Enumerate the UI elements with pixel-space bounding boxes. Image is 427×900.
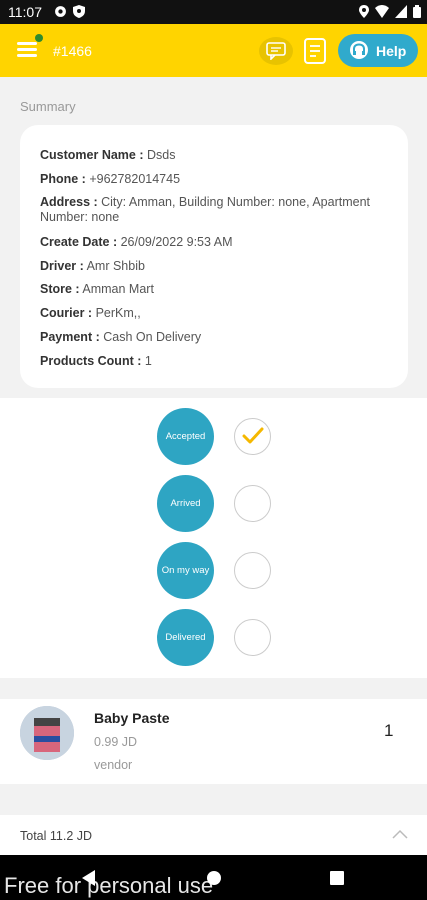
status-label: Accepted [165, 431, 206, 442]
product-item[interactable]: Baby Paste 0.99 JD vendor 1 [0, 699, 427, 784]
summary-row-label: Address : [40, 195, 98, 209]
summary-row: Courier : PerKm,, [40, 306, 390, 321]
summary-row-value: Amr Shbib [83, 259, 145, 273]
status-delivered-button[interactable]: Delivered [157, 609, 214, 666]
chat-button[interactable] [259, 37, 293, 65]
summary-row: Phone : +962782014745 [40, 172, 390, 187]
headset-icon [350, 41, 368, 59]
product-price: 0.99 JD [94, 735, 138, 749]
notes-icon [304, 38, 326, 64]
notification-dot [35, 34, 43, 42]
summary-row-label: Courier : [40, 306, 93, 320]
status-time: 11:07 [8, 4, 42, 20]
summary-row-value: 1 [141, 354, 152, 368]
summary-row: Store : Amman Mart [40, 282, 390, 297]
summary-row: Driver : Amr Shbib [40, 259, 390, 274]
summary-row: Create Date : 26/09/2022 9:53 AM [40, 235, 390, 250]
summary-row: Payment : Cash On Delivery [40, 330, 390, 345]
summary-row: Address : City: Amman, Building Number: … [40, 195, 390, 225]
product-vendor: vendor [94, 758, 133, 772]
summary-row-label: Customer Name : [40, 148, 144, 162]
status-label: Arrived [170, 498, 201, 509]
shield-icon [73, 5, 85, 18]
battery-icon [413, 5, 421, 18]
settings-icon [55, 6, 66, 17]
help-button[interactable]: Help [338, 34, 418, 67]
summary-row-label: Driver : [40, 259, 84, 273]
status-delivered-checkbox[interactable] [234, 619, 271, 656]
summary-row: Products Count : 1 [40, 354, 390, 369]
summary-row-label: Products Count : [40, 354, 142, 368]
status-accepted-checkbox[interactable] [234, 418, 271, 455]
app-header: #1466 Help [0, 24, 427, 77]
summary-heading: Summary [20, 99, 76, 114]
order-number: #1466 [53, 43, 92, 59]
status-label: Delivered [165, 632, 206, 643]
status-bar: 11:07 [0, 0, 427, 24]
summary-row-label: Payment : [40, 330, 100, 344]
menu-button[interactable] [17, 34, 43, 60]
notes-button[interactable] [304, 38, 326, 69]
wifi-icon [375, 5, 389, 18]
chat-icon [266, 42, 286, 60]
total-bar[interactable]: Total 11.2 JD [0, 815, 427, 855]
location-icon [359, 5, 369, 18]
status-arrived-button[interactable]: Arrived [157, 475, 214, 532]
product-name: Baby Paste [94, 710, 170, 726]
help-label: Help [376, 43, 407, 59]
summary-row: Customer Name : Dsds [40, 148, 390, 163]
summary-row-label: Store : [40, 282, 80, 296]
product-quantity: 1 [384, 721, 394, 740]
status-accepted-button[interactable]: Accepted [157, 408, 214, 465]
signal-icon [395, 5, 407, 18]
summary-row-value: Dsds [143, 148, 176, 162]
order-status-section: Accepted Arrived On my way Delivered [0, 398, 427, 678]
summary-row-value: PerKm,, [92, 306, 141, 320]
status-arrived-checkbox[interactable] [234, 485, 271, 522]
total-amount: Total 11.2 JD [20, 829, 93, 843]
summary-row-label: Phone : [40, 172, 86, 186]
product-image [20, 706, 74, 760]
status-on-my-way-button[interactable]: On my way [157, 542, 214, 599]
chevron-up-icon[interactable] [391, 828, 409, 840]
summary-row-value: Cash On Delivery [99, 330, 202, 344]
summary-row-value: 26/09/2022 9:53 AM [117, 235, 233, 249]
summary-row-value: Amman Mart [79, 282, 154, 296]
summary-card: Customer Name : Dsds Phone : +9627820147… [20, 125, 408, 388]
recents-icon[interactable] [330, 871, 344, 885]
summary-row-value: +962782014745 [85, 172, 181, 186]
status-label: On my way [161, 565, 210, 576]
watermark-text: Free for personal use [4, 873, 214, 898]
status-on-my-way-checkbox[interactable] [234, 552, 271, 589]
summary-row-label: Create Date : [40, 235, 118, 249]
check-icon [242, 427, 264, 444]
